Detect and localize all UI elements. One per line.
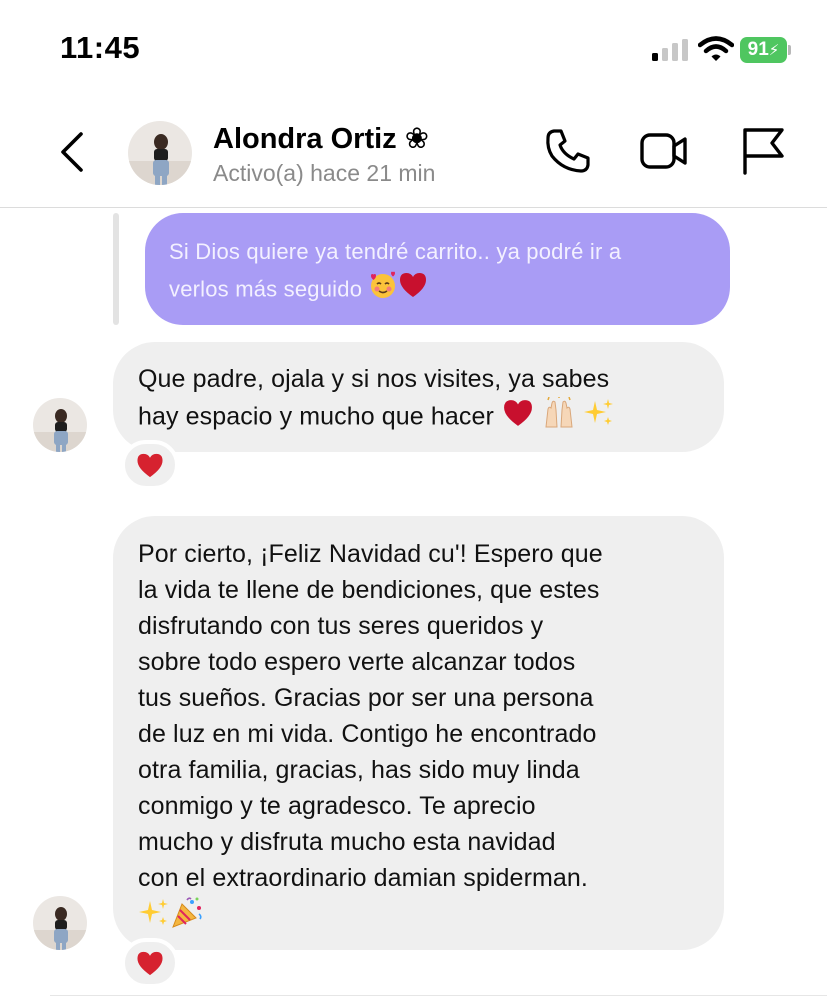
charging-bolt-icon: ⚡	[768, 42, 780, 59]
message-text-line: Si Dios quiere ya tendré carrito.. ya po…	[169, 239, 622, 264]
battery-level: 91	[747, 39, 769, 60]
received-message-bubble[interactable]: Que padre, ojala y si nos visites, ya sa…	[113, 342, 724, 452]
heart-reaction[interactable]	[121, 440, 179, 490]
red-heart-icon	[398, 271, 428, 310]
sparkles-icon	[138, 897, 170, 939]
message-text-line: hay espacio y mucho que hacer	[138, 402, 494, 431]
cellular-signal-icon	[652, 39, 688, 61]
red-heart-icon	[137, 453, 163, 477]
message-text-line: conmigo y te agradesco. Te aprecio	[138, 792, 536, 820]
message-text-line: la vida te llene de bendiciones, que est…	[138, 576, 600, 604]
wifi-icon	[698, 36, 734, 61]
message-text-line: Por cierto, ¡Feliz Navidad cu'! Espero q…	[138, 540, 603, 568]
raising-hands-icon	[542, 395, 576, 439]
flag-icon[interactable]	[737, 126, 787, 176]
red-heart-icon	[137, 951, 163, 975]
heart-reaction[interactable]	[121, 938, 179, 988]
status-time: 11:45	[60, 30, 141, 65]
battery-indicator: 91⚡	[740, 37, 792, 63]
phone-icon[interactable]	[543, 126, 593, 176]
header-divider	[0, 207, 827, 208]
message-text-line: mucho y disfruta mucho esta navidad	[138, 828, 556, 856]
received-message-bubble[interactable]: Por cierto, ¡Feliz Navidad cu'! Espero q…	[113, 516, 724, 950]
message-text-line: disfrutando con tus seres queridos y	[138, 612, 544, 640]
sent-message-bubble[interactable]: Si Dios quiere ya tendré carrito.. ya po…	[145, 213, 730, 325]
composer-divider	[50, 995, 827, 996]
message-text-line: Que padre, ojala y si nos visites, ya sa…	[138, 365, 610, 393]
battery-tip	[788, 45, 791, 55]
message-text-line: verlos más seguido	[169, 276, 363, 302]
contact-activity-status: Activo(a) hace 21 min	[213, 160, 436, 186]
message-text-line: sobre todo espero verte alcanzar todos	[138, 648, 576, 676]
contact-name[interactable]: Alondra Ortiz ❀	[213, 121, 429, 156]
message-text-line: tus sueños. Gracias por ser una persona	[138, 684, 594, 712]
sender-avatar[interactable]	[33, 398, 87, 452]
red-heart-icon	[501, 398, 535, 438]
smiling-face-with-hearts-icon	[368, 270, 398, 311]
party-popper-icon	[170, 896, 204, 940]
message-text-line: de luz en mi vida. Contigo he encontrado	[138, 720, 597, 748]
sender-avatar[interactable]	[33, 896, 87, 950]
message-text-line: otra familia, gracias, has sido muy lind…	[138, 756, 580, 784]
contact-avatar[interactable]	[128, 121, 192, 185]
video-camera-icon[interactable]	[638, 126, 688, 176]
reply-indicator-line	[113, 213, 119, 325]
sparkles-icon	[583, 397, 615, 439]
message-text-line: con el extraordinario damian spiderman.	[138, 864, 588, 892]
chevron-left-icon[interactable]	[55, 130, 89, 174]
